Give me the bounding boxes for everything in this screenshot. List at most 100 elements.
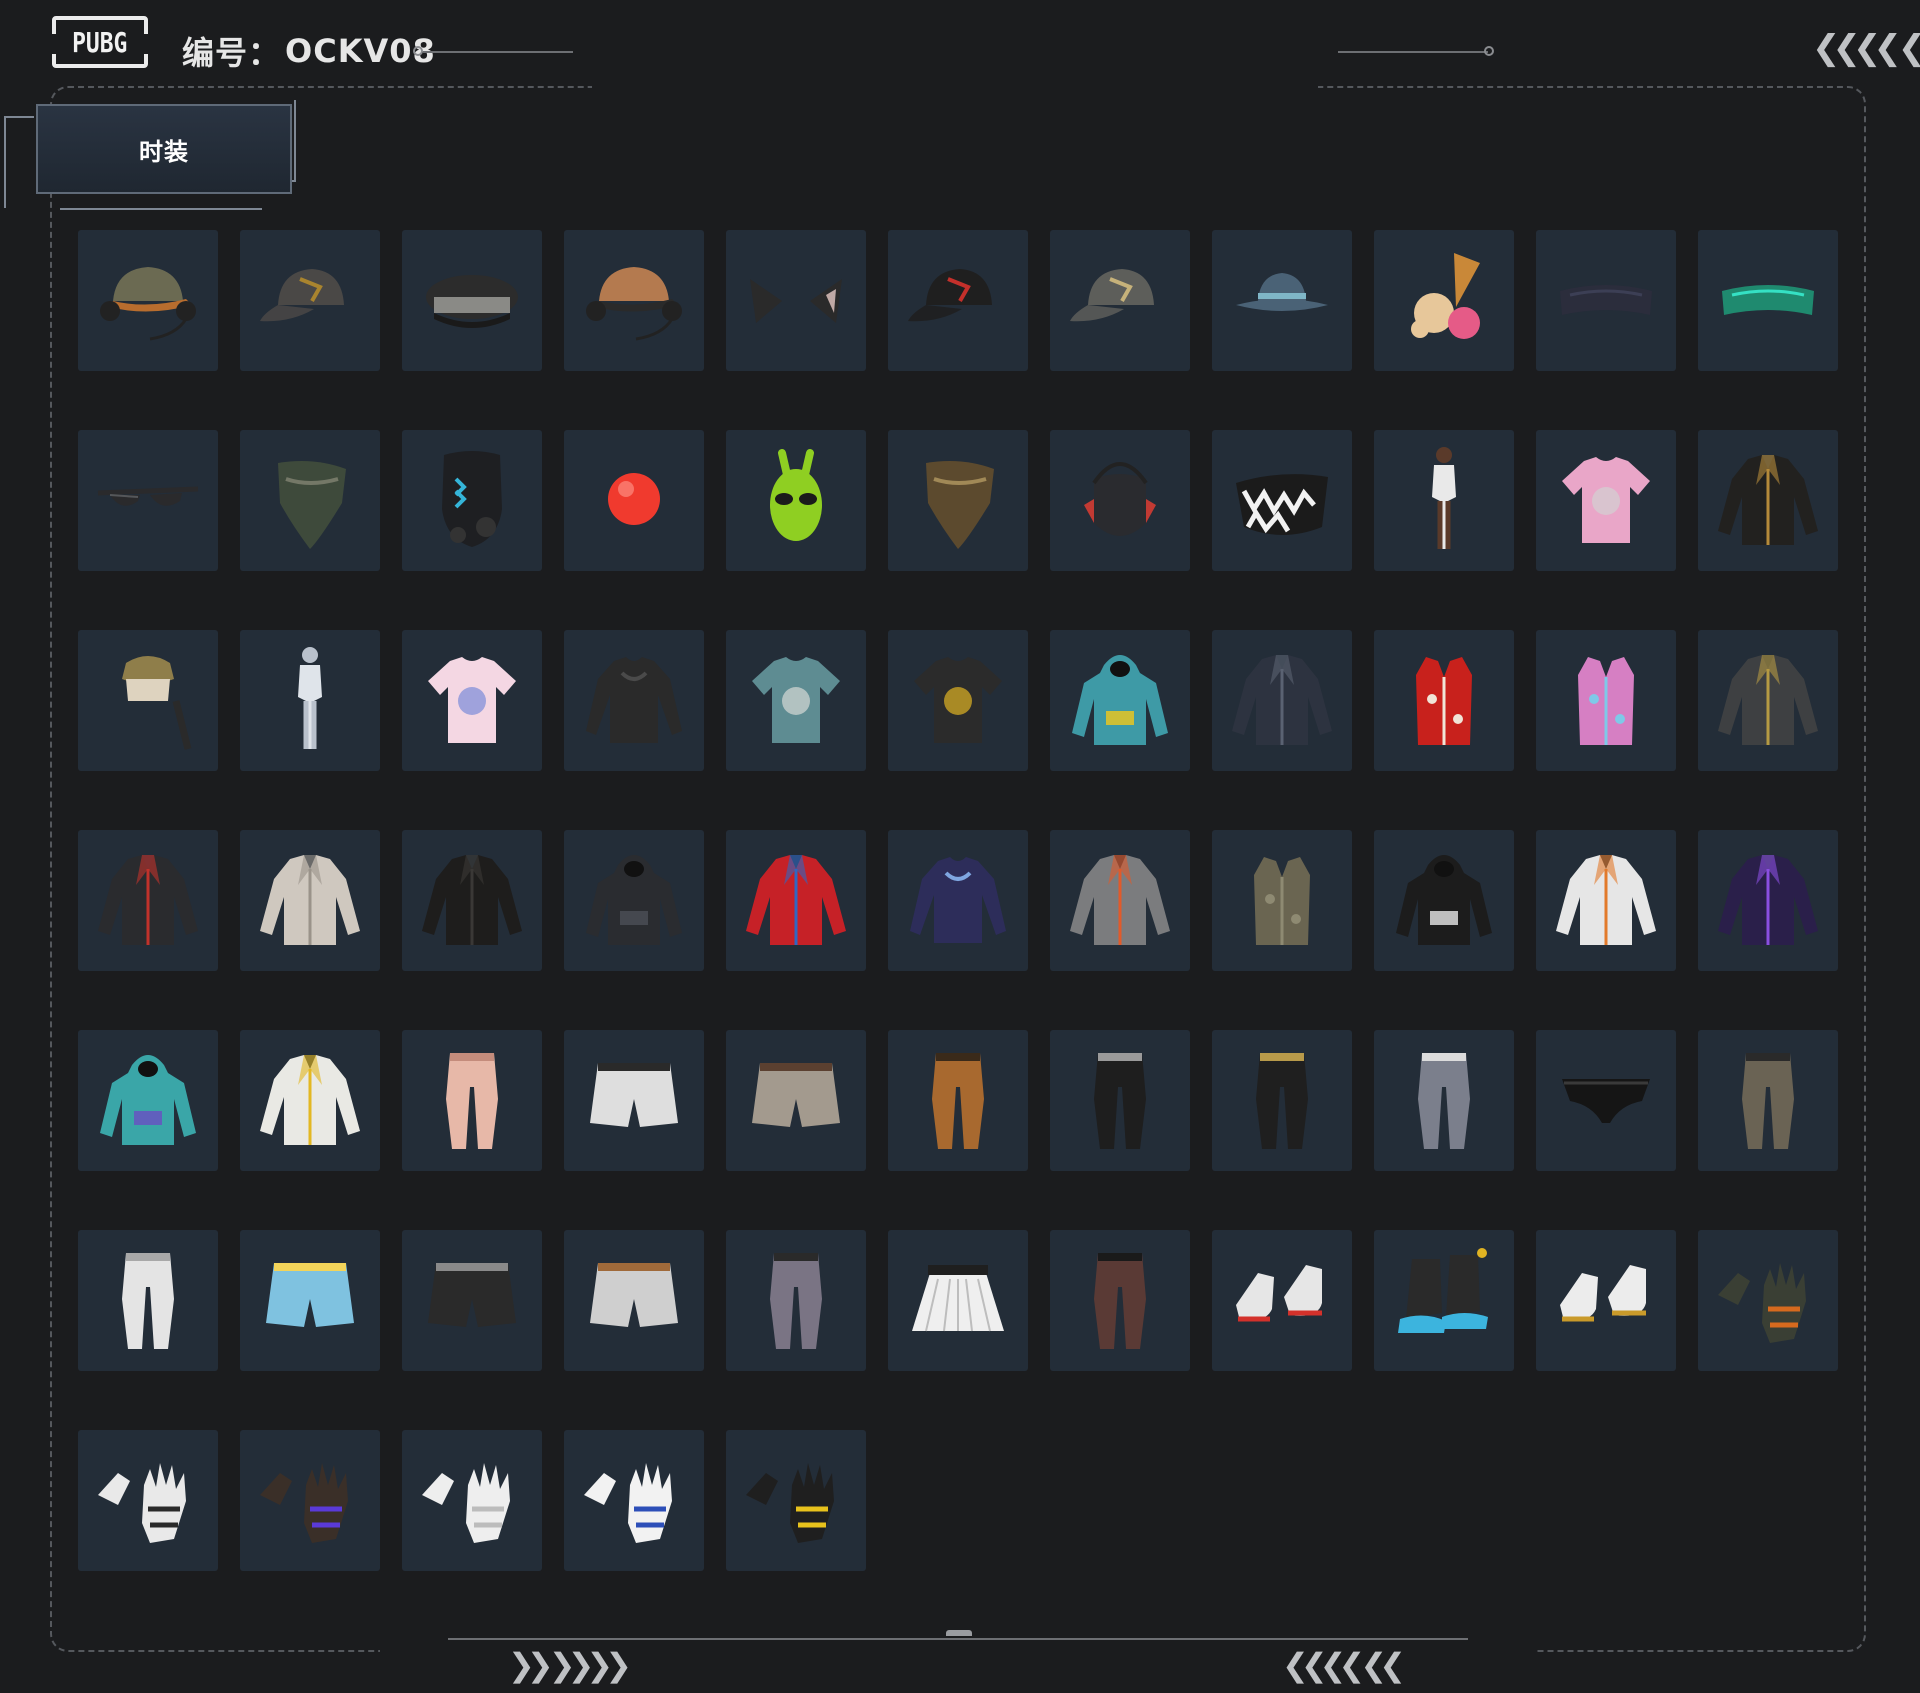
item-slot[interactable] (564, 1430, 704, 1571)
item-slot[interactable] (78, 430, 218, 571)
item-slot[interactable] (726, 430, 866, 571)
item-slot[interactable] (888, 230, 1028, 371)
item-slot[interactable] (240, 1030, 380, 1171)
item-slot[interactable] (888, 1030, 1028, 1171)
item-slot[interactable] (1536, 430, 1676, 571)
item-slot[interactable] (1374, 830, 1514, 971)
item-slot[interactable] (1212, 830, 1352, 971)
logo-text: PUBG (72, 25, 128, 59)
item-slot[interactable] (564, 230, 704, 371)
item-slot[interactable] (240, 1430, 380, 1571)
black-briefs-icon (1546, 1039, 1666, 1163)
item-slot[interactable] (1050, 1230, 1190, 1371)
cap-stone-icon (1060, 239, 1180, 363)
item-slot[interactable] (402, 430, 542, 571)
chevrons-left-icon: ❮❮❮❮ ❮ (1812, 28, 1920, 68)
item-slot[interactable] (402, 830, 542, 971)
camo-pants-icon (736, 1239, 856, 1363)
item-slot[interactable] (78, 1230, 218, 1371)
graphic-tee-icon (898, 639, 1018, 763)
swimsuit-figure-icon (1384, 439, 1504, 563)
black-belt-shorts-icon (412, 1239, 532, 1363)
grey-orange-jacket-icon (1060, 839, 1180, 963)
item-slot[interactable] (1050, 830, 1190, 971)
headset-cap-tan-icon (574, 239, 694, 363)
item-slot[interactable] (1536, 230, 1676, 371)
item-slot[interactable] (402, 1230, 542, 1371)
alien-mask-icon (736, 439, 856, 563)
item-slot[interactable] (1536, 630, 1676, 771)
leather-jacket-icon (412, 839, 532, 963)
item-slot[interactable] (888, 1230, 1028, 1371)
item-slot[interactable] (726, 630, 866, 771)
item-slot[interactable] (564, 1030, 704, 1171)
item-slot[interactable] (78, 630, 218, 771)
item-slot[interactable] (726, 1230, 866, 1371)
yellow-crop-jacket-icon (250, 1039, 370, 1163)
cat-ears-icon (736, 239, 856, 363)
item-slot[interactable] (78, 830, 218, 971)
item-slot[interactable] (1050, 230, 1190, 371)
item-slot[interactable] (1212, 1230, 1352, 1371)
item-slot[interactable] (1374, 630, 1514, 771)
item-slot[interactable] (78, 1430, 218, 1571)
item-slot[interactable] (1536, 1030, 1676, 1171)
headset-cap-olive-icon (88, 239, 208, 363)
item-slot[interactable] (1212, 630, 1352, 771)
white-shorts-icon (574, 1039, 694, 1163)
item-slot[interactable] (402, 1430, 542, 1571)
galaxy-tshirt-icon (412, 639, 532, 763)
item-slot[interactable] (78, 230, 218, 371)
item-slot[interactable] (564, 430, 704, 571)
camo-bandana-icon (250, 439, 370, 563)
navy-jacket-icon (1222, 639, 1342, 763)
item-slot[interactable] (1212, 1030, 1352, 1171)
item-slot[interactable] (1374, 1230, 1514, 1371)
item-slot[interactable] (240, 830, 380, 971)
item-slot[interactable] (1698, 430, 1838, 571)
item-slot[interactable] (1698, 830, 1838, 971)
item-slot[interactable] (1212, 230, 1352, 371)
item-slot[interactable] (564, 830, 704, 971)
item-slot[interactable] (1698, 230, 1838, 371)
item-slot[interactable] (1536, 830, 1676, 971)
sunglasses-icon (88, 439, 208, 563)
item-slot[interactable] (726, 1030, 866, 1171)
item-slot[interactable] (1536, 1230, 1676, 1371)
item-slot[interactable] (240, 230, 380, 371)
item-slot[interactable] (888, 830, 1028, 971)
item-slot[interactable] (78, 1030, 218, 1171)
item-slot[interactable] (402, 1030, 542, 1171)
item-slot[interactable] (1374, 1030, 1514, 1171)
item-slot[interactable] (888, 630, 1028, 771)
cargo-pants-icon (1708, 1039, 1828, 1163)
hooded-jacket-icon (574, 839, 694, 963)
item-slot[interactable] (1050, 430, 1190, 571)
tab-outfits[interactable]: 时装 (36, 104, 292, 194)
item-slot[interactable] (1374, 230, 1514, 371)
header-divider-left (423, 51, 573, 53)
item-slot[interactable] (564, 1230, 704, 1371)
item-slot[interactable] (402, 630, 542, 771)
item-slot[interactable] (240, 430, 380, 571)
item-slot[interactable] (1698, 1230, 1838, 1371)
item-slot[interactable] (240, 630, 380, 771)
item-slot[interactable] (1050, 1030, 1190, 1171)
item-slot[interactable] (726, 230, 866, 371)
cap-black-icon (898, 239, 1018, 363)
white-cargo-pants-icon (88, 1239, 208, 1363)
item-slot[interactable] (726, 1430, 866, 1571)
item-slot[interactable] (1212, 430, 1352, 571)
item-slot[interactable] (726, 830, 866, 971)
item-slot[interactable] (564, 630, 704, 771)
item-slot[interactable] (240, 1230, 380, 1371)
bucket-hat-icon (1222, 239, 1342, 363)
white-black-gloves-icon (88, 1439, 208, 1563)
white-gloves-icon (412, 1439, 532, 1563)
item-slot[interactable] (1698, 630, 1838, 771)
item-slot[interactable] (1698, 1030, 1838, 1171)
item-slot[interactable] (1374, 430, 1514, 571)
item-slot[interactable] (1050, 630, 1190, 771)
item-slot[interactable] (402, 230, 542, 371)
item-slot[interactable] (888, 430, 1028, 571)
